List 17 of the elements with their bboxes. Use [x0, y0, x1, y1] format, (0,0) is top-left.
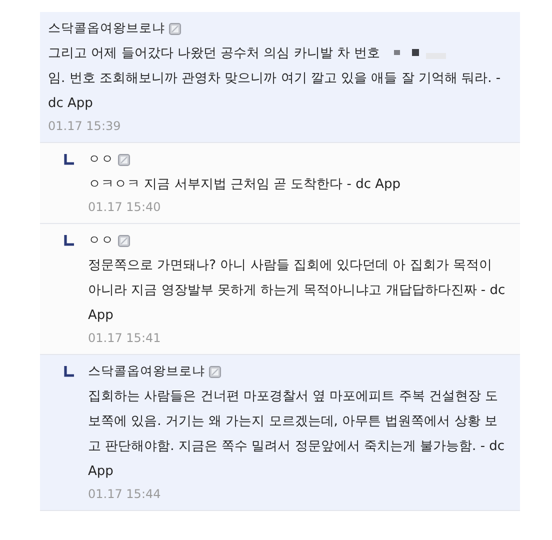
user-badge-icon [118, 154, 130, 166]
comment-text: 임. 번호 조회해보니까 관영차 맞으니까 여기 깔고 있을 애들 잘 기억해 둬라. - dc App [48, 70, 502, 113]
user-badge-icon [118, 234, 130, 246]
nickname[interactable]: ㅇㅇ [88, 151, 114, 168]
comment-time: 01.17 15:40 [88, 199, 162, 216]
comment-text: 집회하는 사람들은 건너편 마포경찰서 옆 마포에피트 주복 건설현장 도보쪽에 있음. 거기는 왜 가는지 모르겠는데, 아무튼 법원쪽에서 상황 보고 판단해야함. 지금은 쪽수 밀려서 정문앞에서 죽치는게 불가능함. - dc App [88, 389, 505, 479]
nickname[interactable]: ㅇㅇ [88, 232, 114, 249]
user-badge-icon [209, 366, 221, 378]
user-badge-icon [169, 22, 181, 34]
comment-text: 그리고 어제 들어갔다 나왔던 공수처 의심 카니발 차 번호 [48, 46, 380, 61]
nickname[interactable]: 스닥콜옵여왕브로냐 [88, 363, 205, 380]
comment-time: 01.17 15:44 [88, 486, 162, 503]
comment-time: 01.17 15:39 [48, 118, 122, 135]
nickname[interactable]: 스닥콜옵여왕브로냐 [48, 20, 165, 37]
comment-text: ㅇㅋㅇㅋ 지금 서부지법 근처임 곧 도착한다 - dc App [88, 177, 401, 192]
comment-text: 정문쪽으로 가면돼나? 아니 사람들 집회에 있다던데 아 집회가 목적이 아니라 지금 영장발부 못하게 하는게 목적아니냐고 개답답하다진짜 - dc App [88, 258, 506, 323]
comment-time: 01.17 15:41 [88, 330, 162, 347]
